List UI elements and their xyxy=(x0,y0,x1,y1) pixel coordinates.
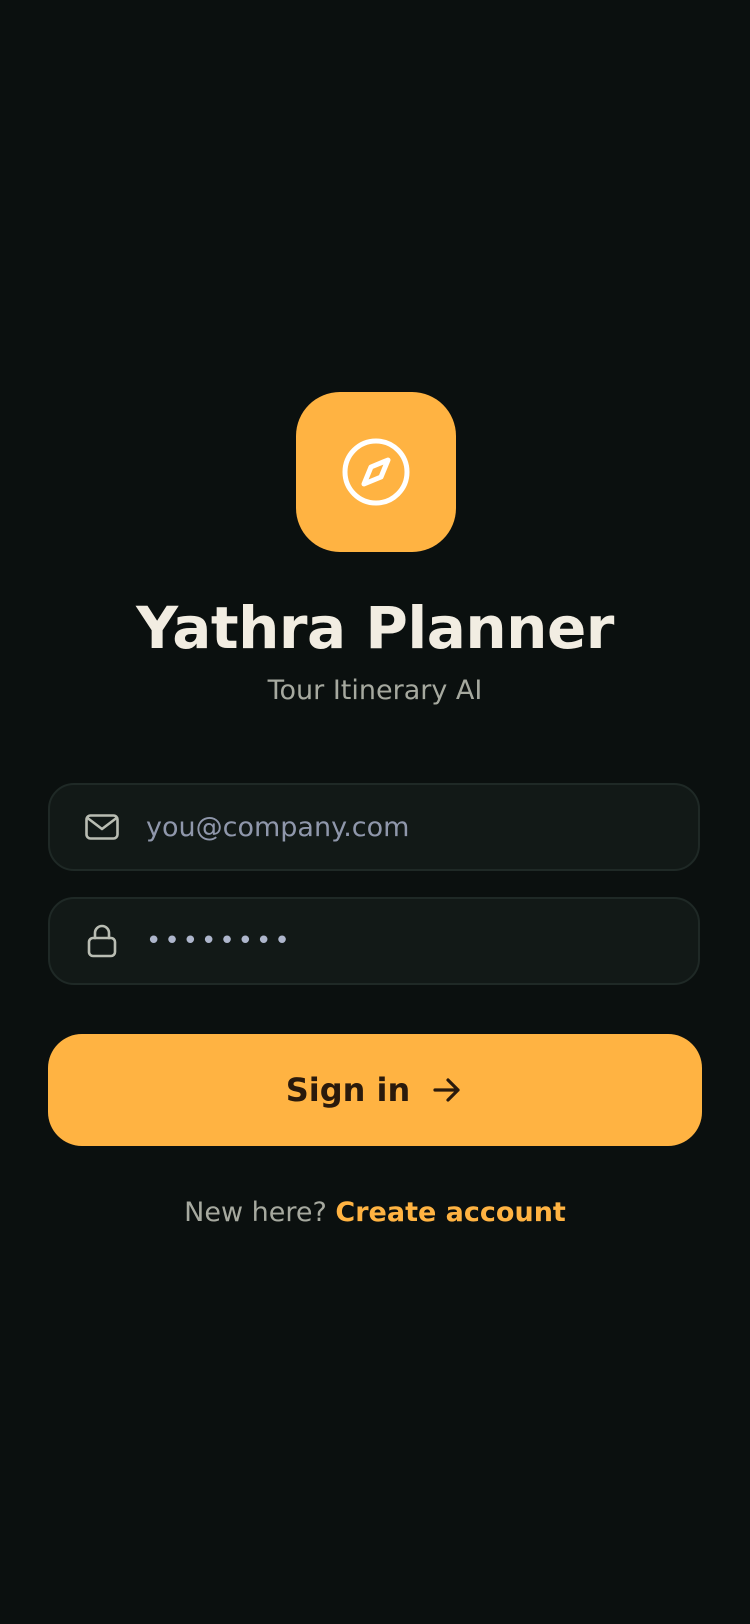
create-account-link[interactable]: Create account xyxy=(335,1197,565,1228)
arrow-right-icon xyxy=(430,1073,464,1107)
sign-in-screen: Yathra Planner Tour Itinerary AI Sign in xyxy=(0,0,750,1624)
sign-in-label: Sign in xyxy=(285,1071,411,1109)
new-here-text: New here? xyxy=(184,1197,327,1228)
compass-icon xyxy=(342,438,410,506)
password-field[interactable] xyxy=(48,897,700,985)
create-account-prompt: New here? Create account xyxy=(0,1195,750,1231)
lock-icon xyxy=(82,921,122,961)
app-logo xyxy=(296,392,456,552)
email-input[interactable] xyxy=(146,807,670,847)
sign-in-button[interactable]: Sign in xyxy=(48,1034,702,1146)
mail-icon xyxy=(82,807,122,847)
app-title: Yathra Planner xyxy=(136,594,614,662)
app-subtitle: Tour Itinerary AI xyxy=(267,675,483,706)
email-field[interactable] xyxy=(48,783,700,871)
password-input[interactable] xyxy=(146,921,670,961)
